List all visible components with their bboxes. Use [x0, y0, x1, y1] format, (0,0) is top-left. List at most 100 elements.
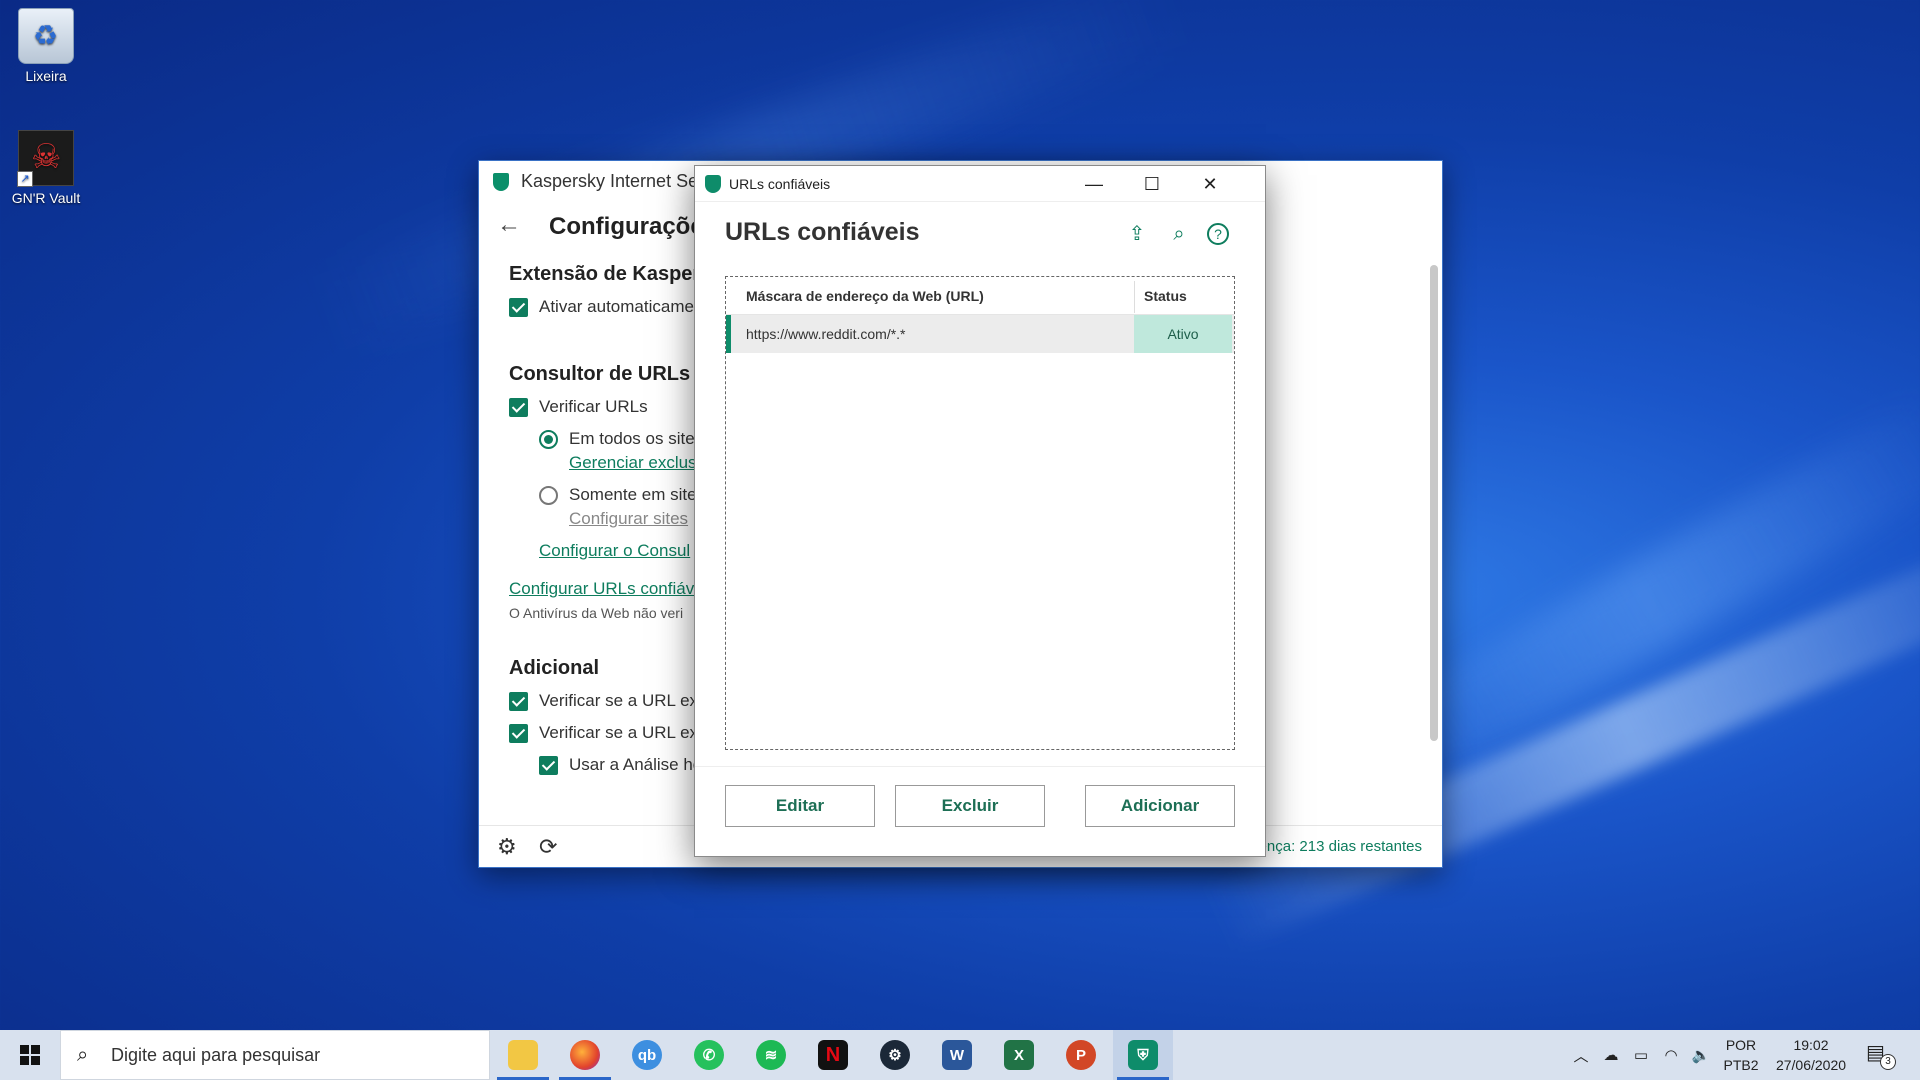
url-mask-cell: https://www.reddit.com/*.*: [746, 326, 906, 342]
notification-center-button[interactable]: ▤ 3: [1866, 1040, 1896, 1070]
keyboard-layout: PTB2: [1723, 1057, 1759, 1073]
checkbox-checked-icon[interactable]: [509, 297, 528, 317]
trusted-urls-dialog: URLs confiáveis — ☐ ✕ URLs confiáveis ⇪ …: [694, 165, 1266, 857]
desktop-icon-recycle-bin[interactable]: Lixeira: [6, 8, 86, 84]
taskbar-app-qbittorrent[interactable]: qb: [617, 1030, 677, 1080]
language-code: POR: [1725, 1037, 1757, 1053]
all-sites-option[interactable]: Em todos os site: [539, 429, 695, 449]
check-url-option-1[interactable]: Verificar se a URL ex: [509, 691, 698, 711]
option-label: Ativar automaticame: [539, 297, 694, 316]
configure-sites-link[interactable]: Configurar sites: [569, 509, 688, 529]
license-status[interactable]: ença: 213 dias restantes: [1259, 838, 1422, 855]
recycle-bin-icon: [18, 8, 74, 64]
excel-icon: X: [1004, 1040, 1034, 1070]
netflix-icon: N: [818, 1040, 848, 1070]
option-label: Verificar se a URL ex: [539, 723, 699, 742]
configure-trusted-urls-link[interactable]: Configurar URLs confiáv: [509, 579, 694, 599]
antivirus-note: O Antivírus da Web não veri: [509, 605, 684, 621]
shortcut-arrow-icon: ↗: [17, 171, 33, 187]
page-title: Configurações: [549, 213, 718, 240]
checkbox-checked-icon[interactable]: [509, 723, 528, 743]
configure-consultant-link[interactable]: Configurar o Consul: [539, 541, 690, 561]
dialog-button-bar: Editar Excluir Adicionar: [695, 766, 1265, 856]
firefox-icon: [570, 1040, 600, 1070]
status-cell[interactable]: Ativo: [1134, 315, 1232, 353]
taskbar-app-netflix[interactable]: N: [803, 1030, 863, 1080]
window-title: Kaspersky Internet Sec: [521, 171, 708, 191]
chevron-up-icon[interactable]: ︿: [1568, 1030, 1594, 1080]
manage-exclusions-link[interactable]: Gerenciar exclus: [569, 453, 697, 473]
help-icon[interactable]: ?: [1207, 223, 1229, 245]
taskbar-app-excel[interactable]: X: [989, 1030, 1049, 1080]
taskbar-app-whatsapp[interactable]: ✆: [679, 1030, 739, 1080]
minimize-button[interactable]: —: [1065, 166, 1123, 202]
option-label: Somente em site: [569, 485, 697, 504]
search-icon[interactable]: ⌕: [1165, 220, 1193, 248]
taskbar-app-file-explorer[interactable]: [493, 1030, 553, 1080]
windows-logo-icon: [20, 1045, 40, 1065]
taskbar-app-spotify[interactable]: ≋: [741, 1030, 801, 1080]
checkbox-checked-icon[interactable]: [539, 755, 558, 775]
taskbar-app-kaspersky[interactable]: ⛨: [1113, 1030, 1173, 1080]
desktop-icon-label: GN'R Vault: [11, 190, 81, 206]
add-button[interactable]: Adicionar: [1085, 785, 1235, 827]
use-analysis-option[interactable]: Usar a Análise he: [539, 755, 702, 775]
folder-icon: [508, 1040, 538, 1070]
clock-date: 27/06/2020: [1775, 1057, 1847, 1073]
edit-button[interactable]: Editar: [725, 785, 875, 827]
start-button[interactable]: [0, 1030, 60, 1080]
taskbar-search-box[interactable]: ⌕ Digite aqui para pesquisar: [60, 1030, 490, 1080]
gnr-vault-icon: ↗: [17, 130, 74, 187]
option-label: Usar a Análise he: [569, 755, 703, 774]
dialog-titlebar: URLs confiáveis — ☐ ✕: [695, 166, 1265, 202]
radio-selected-icon[interactable]: [539, 429, 558, 449]
wifi-icon[interactable]: ◠: [1658, 1030, 1684, 1080]
section-title-extension: Extensão de Kaspers: [509, 263, 712, 285]
checkbox-checked-icon[interactable]: [509, 691, 528, 711]
column-header-url-mask[interactable]: Máscara de endereço da Web (URL): [746, 288, 984, 304]
auto-activate-option[interactable]: Ativar automaticame: [509, 297, 694, 317]
taskbar-app-word[interactable]: W: [927, 1030, 987, 1080]
taskbar: ⌕ Digite aqui para pesquisar qb ✆ ≋ N ⚙ …: [0, 1030, 1920, 1080]
export-icon[interactable]: ⇪: [1123, 220, 1151, 248]
back-arrow-icon[interactable]: ←: [497, 211, 521, 239]
system-clock[interactable]: 19:02 27/06/2020: [1766, 1035, 1856, 1075]
check-url-option-2[interactable]: Verificar se a URL ex: [509, 723, 698, 743]
only-sites-option[interactable]: Somente em site: [539, 485, 697, 505]
maximize-button[interactable]: ☐: [1123, 166, 1181, 202]
battery-icon[interactable]: ▭: [1628, 1030, 1654, 1080]
kaspersky-shield-icon: [705, 175, 721, 193]
taskbar-app-powerpoint[interactable]: P: [1051, 1030, 1111, 1080]
close-button[interactable]: ✕: [1181, 166, 1239, 202]
qbittorrent-icon: qb: [632, 1040, 662, 1070]
dialog-heading: URLs confiáveis: [725, 218, 920, 246]
column-divider[interactable]: [1134, 281, 1135, 313]
input-language[interactable]: POR PTB2: [1718, 1035, 1764, 1075]
radio-unselected-icon[interactable]: [539, 485, 558, 505]
dialog-title: URLs confiáveis: [729, 176, 831, 192]
taskbar-app-firefox[interactable]: [555, 1030, 615, 1080]
option-label: Verificar URLs: [539, 397, 648, 416]
onedrive-cloud-icon[interactable]: ☁: [1598, 1030, 1624, 1080]
checkbox-checked-icon[interactable]: [509, 397, 528, 417]
option-label: Em todos os site: [569, 429, 695, 448]
gear-icon[interactable]: ⚙: [497, 834, 517, 860]
section-title-additional: Adicional: [509, 657, 600, 679]
check-urls-option[interactable]: Verificar URLs: [509, 397, 648, 417]
volume-icon[interactable]: 🔈: [1688, 1030, 1714, 1080]
whatsapp-icon: ✆: [694, 1040, 724, 1070]
section-title-url-advisor: Consultor de URLs: [509, 363, 691, 385]
taskbar-app-steam[interactable]: ⚙: [865, 1030, 925, 1080]
steam-icon: ⚙: [880, 1040, 910, 1070]
column-header-status[interactable]: Status: [1144, 288, 1187, 304]
desktop-icon-gnr-vault[interactable]: ↗ GN'R Vault: [6, 130, 86, 206]
clock-time: 19:02: [1793, 1037, 1829, 1053]
powerpoint-icon: P: [1066, 1040, 1096, 1070]
vertical-scrollbar[interactable]: [1430, 265, 1438, 741]
kaspersky-shield-icon: [493, 173, 509, 191]
support-icon[interactable]: ⟳: [539, 834, 557, 860]
option-label: Verificar se a URL ex: [539, 691, 699, 710]
delete-button[interactable]: Excluir: [895, 785, 1045, 827]
desktop-icon-label: Lixeira: [25, 68, 67, 84]
table-row[interactable]: https://www.reddit.com/*.* Ativo: [726, 315, 1234, 353]
